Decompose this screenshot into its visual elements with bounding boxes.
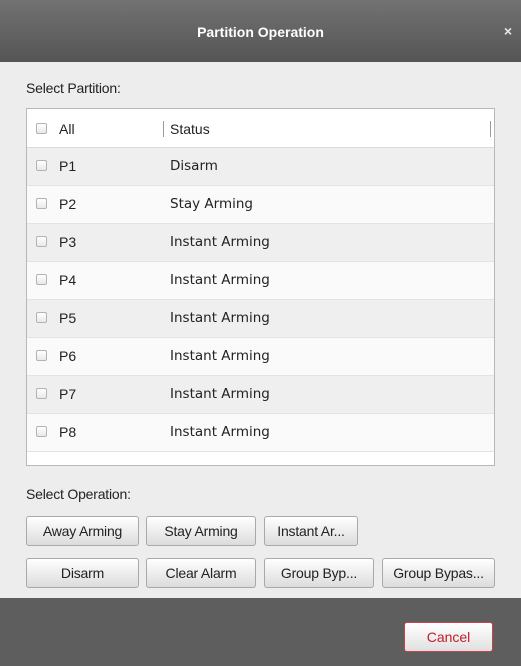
partition-name: P4 (59, 272, 77, 288)
partition-name: P6 (59, 348, 77, 364)
partition-status: Instant Arming (170, 234, 270, 250)
row-checkbox[interactable] (36, 388, 47, 399)
stay-arming-button[interactable]: Stay Arming (146, 516, 256, 546)
table-row[interactable]: P4 Instant Arming (27, 262, 494, 300)
group-bypass-recovery-button[interactable]: Group Bypas... (382, 558, 495, 588)
row-checkbox[interactable] (36, 236, 47, 247)
partition-status: Stay Arming (170, 196, 253, 212)
partition-status: Instant Arming (170, 386, 270, 402)
partition-table: All Status P1 Disarm P2 Stay Arming P3 I… (26, 108, 495, 466)
group-bypass-button[interactable]: Group Byp... (264, 558, 374, 588)
away-arming-button[interactable]: Away Arming (26, 516, 139, 546)
table-row[interactable]: P2 Stay Arming (27, 186, 494, 224)
partition-status: Instant Arming (170, 348, 270, 364)
cancel-button[interactable]: Cancel (404, 622, 493, 652)
partition-name: P1 (59, 158, 77, 174)
instant-arming-button[interactable]: Instant Ar... (264, 516, 358, 546)
table-row[interactable]: P8 Instant Arming (27, 414, 494, 452)
partition-name: P8 (59, 424, 77, 440)
header-all-label: All (59, 121, 75, 137)
row-checkbox[interactable] (36, 312, 47, 323)
select-partition-label: Select Partition: (26, 80, 121, 96)
partition-name: P2 (59, 196, 77, 212)
select-all-checkbox[interactable] (36, 123, 47, 134)
header-separator-end[interactable] (490, 121, 491, 137)
row-checkbox[interactable] (36, 274, 47, 285)
table-row[interactable]: P1 Disarm (27, 148, 494, 186)
clear-alarm-button[interactable]: Clear Alarm (146, 558, 256, 588)
partition-status: Instant Arming (170, 272, 270, 288)
row-checkbox[interactable] (36, 350, 47, 361)
table-row[interactable]: P5 Instant Arming (27, 300, 494, 338)
title-bar: Partition Operation × (0, 0, 521, 62)
disarm-button[interactable]: Disarm (26, 558, 139, 588)
select-operation-label: Select Operation: (26, 486, 131, 502)
table-row[interactable]: P7 Instant Arming (27, 376, 494, 414)
partition-name: P7 (59, 386, 77, 402)
header-separator[interactable] (163, 121, 164, 137)
partition-name: P3 (59, 234, 77, 250)
partition-status: Instant Arming (170, 424, 270, 440)
partition-status: Instant Arming (170, 310, 270, 326)
row-checkbox[interactable] (36, 198, 47, 209)
partition-name: P5 (59, 310, 77, 326)
header-status-label: Status (170, 121, 210, 137)
close-icon[interactable]: × (501, 24, 515, 38)
table-row[interactable]: P3 Instant Arming (27, 224, 494, 262)
table-row[interactable]: P6 Instant Arming (27, 338, 494, 376)
partition-status: Disarm (170, 158, 218, 174)
row-checkbox[interactable] (36, 160, 47, 171)
table-header: All Status (27, 109, 494, 148)
row-checkbox[interactable] (36, 426, 47, 437)
partition-operation-dialog: Partition Operation × Select Partition: … (0, 0, 521, 666)
dialog-title: Partition Operation (197, 24, 324, 40)
